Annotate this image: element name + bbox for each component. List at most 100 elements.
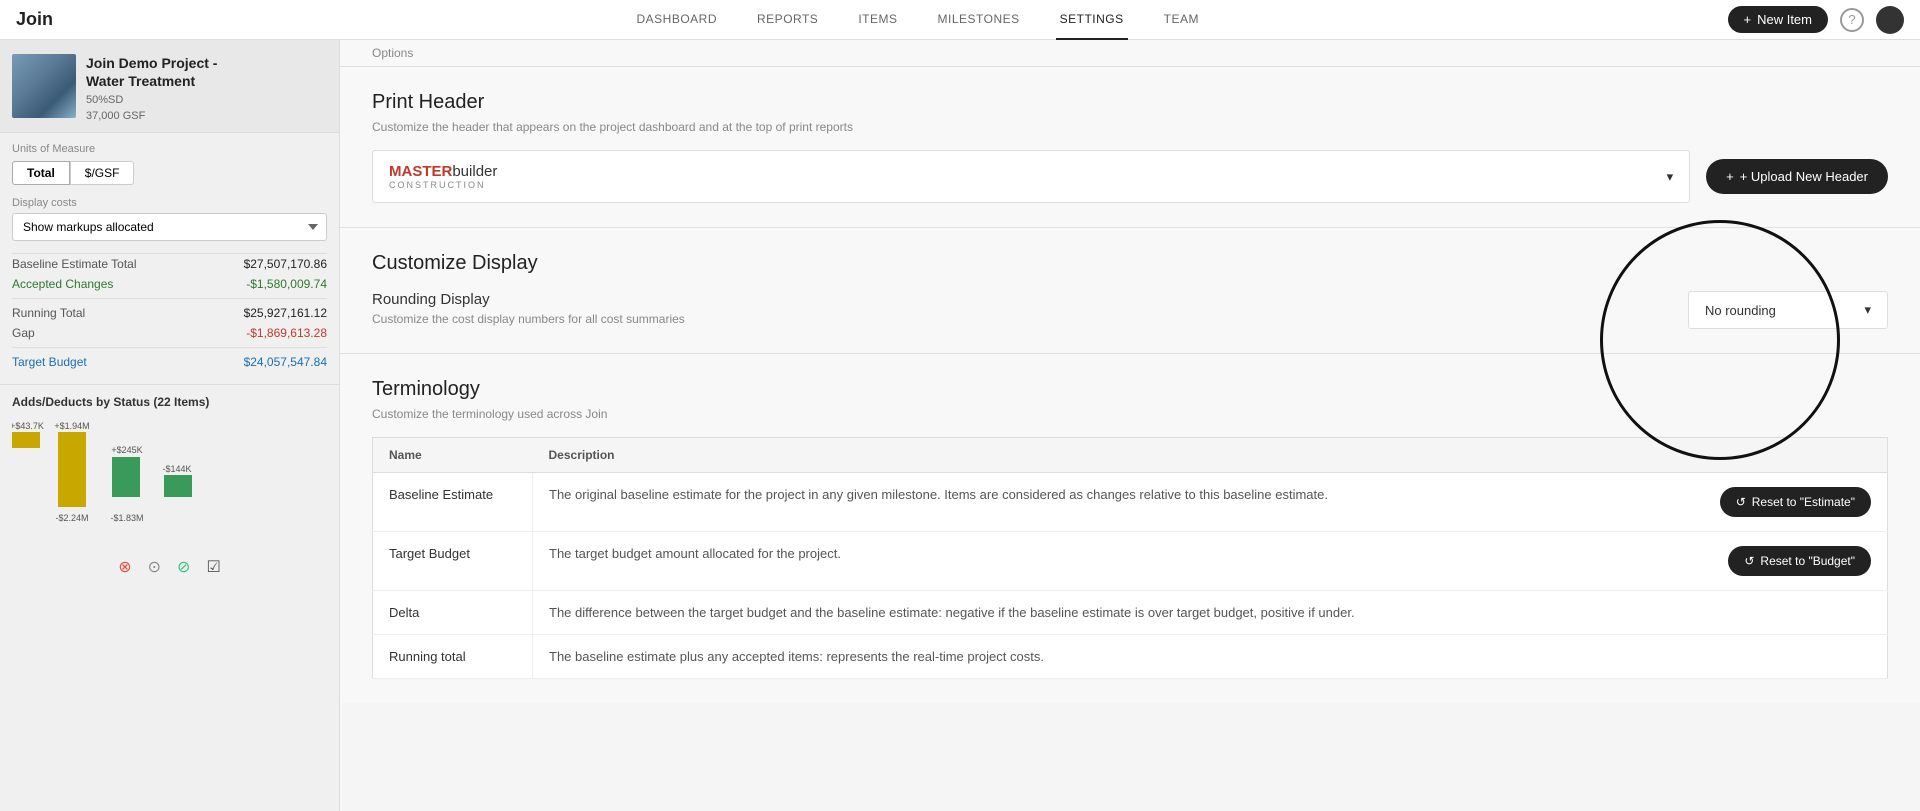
logo-master: MASTER [389,163,452,180]
project-info: Join Demo Project -Water Treatment 50%SD… [86,54,327,122]
units-section: Units of Measure Total $/GSF Display cos… [0,133,339,372]
reset-baseline-button[interactable]: ↺ Reset to "Estimate" [1720,487,1871,517]
table-header: Name Description [373,438,1888,473]
legend-pending: ⊙ [148,557,161,577]
unit-gsf-button[interactable]: $/GSF [70,161,135,185]
project-size: 37,000 GSF [86,110,327,122]
new-item-button[interactable]: + New Item [1728,6,1829,33]
header-logo-dropdown[interactable]: MASTERbuilder CONSTRUCTION ▾ [372,150,1690,203]
term-desc-running: The baseline estimate plus any accepted … [533,635,1688,679]
legend-accepted: ⊘ [177,557,190,577]
rounding-title: Rounding Display [372,291,685,308]
rounding-arrow: ▾ [1864,302,1871,318]
new-item-label: New Item [1757,12,1812,27]
chart-svg: +$43.7K +$1.94M -$2.24M +$245K -$1.83M -… [12,417,232,547]
terminology-table: Name Description Baseline Estimate The o… [372,437,1888,679]
pending-icon: ⊙ [148,557,161,577]
user-avatar[interactable] [1876,6,1904,34]
rounding-dropdown[interactable]: No rounding ▾ [1688,291,1888,329]
reset-target-button[interactable]: ↺ Reset to "Budget" [1728,546,1871,576]
sidebar: Join Demo Project -Water Treatment 50%SD… [0,40,340,811]
col-description: Description [533,438,1688,473]
customize-title: Customize Display [372,252,1888,275]
baseline-estimate-label: Baseline Estimate Total [12,257,137,271]
project-thumbnail [12,54,76,118]
chart-legends: ⊗ ⊙ ⊘ ☑ [12,557,327,577]
project-stage: 50%SD [86,94,327,106]
term-action-delta [1688,591,1888,635]
top-nav: Join DASHBOARD REPORTS ITEMS MILESTONES … [0,0,1920,40]
term-action-target: ↺ Reset to "Budget" [1688,532,1888,591]
main-content: Options Print Header Customize the heade… [340,40,1920,811]
nav-links: DASHBOARD REPORTS ITEMS MILESTONES SETTI… [108,0,1728,40]
rounding-dropdown-wrap: No rounding ▾ [1688,291,1888,329]
display-costs-select[interactable]: Show markups allocated [12,213,327,241]
target-budget-value: $24,057,547.84 [244,355,327,369]
options-label: Options [340,40,1920,67]
upload-icon: + [1726,169,1734,184]
reset-icon: ↺ [1736,495,1746,509]
upload-header-button[interactable]: + + Upload New Header [1706,159,1888,194]
term-action-running [1688,635,1888,679]
rounding-text: Rounding Display Customize the cost disp… [372,291,685,326]
nav-settings[interactable]: SETTINGS [1056,0,1128,40]
print-header-subtitle: Customize the header that appears on the… [372,120,853,134]
term-name-running: Running total [373,635,533,679]
nav-dashboard[interactable]: DASHBOARD [633,0,722,40]
help-icon[interactable]: ? [1840,8,1864,32]
accepted-changes-value: -$1,580,009.74 [246,277,327,291]
legend-rejected: ⊗ [118,557,131,577]
table-row: Delta The difference between the target … [373,591,1888,635]
term-desc-target: The target budget amount allocated for t… [533,532,1688,591]
terminology-section: Terminology Customize the terminology us… [340,354,1920,703]
table-row: Target Budget The target budget amount a… [373,532,1888,591]
col-action [1688,438,1888,473]
term-name-target: Target Budget [373,532,533,591]
nav-milestones[interactable]: MILESTONES [933,0,1023,40]
table-row: Baseline Estimate The original baseline … [373,473,1888,532]
baseline-estimate-row: Baseline Estimate Total $27,507,170.86 [12,254,327,274]
nav-right: + New Item ? [1728,6,1905,34]
svg-text:-$1.83M: -$1.83M [110,513,143,523]
chart-title: Adds/Deducts by Status (22 Items) [12,395,327,409]
rounding-subtitle: Customize the cost display numbers for a… [372,312,685,326]
table-row: Running total The baseline estimate plus… [373,635,1888,679]
gap-value: -$1,869,613.28 [246,326,327,340]
baseline-estimate-value: $27,507,170.86 [244,257,327,271]
plus-icon: + [1744,12,1752,27]
divider-2 [12,347,327,348]
print-header-section: Print Header Customize the header that a… [340,67,1920,228]
table-header-row: Name Description [373,438,1888,473]
running-total-row: Running Total $25,927,161.12 [12,303,327,323]
nav-reports[interactable]: REPORTS [753,0,822,40]
main-layout: Join Demo Project -Water Treatment 50%SD… [0,40,1920,811]
running-total-value: $25,927,161.12 [244,306,327,320]
display-costs-label: Display costs [12,197,327,209]
customize-section: Customize Display Rounding Display Custo… [340,228,1920,354]
terminology-subtitle: Customize the terminology used across Jo… [372,407,1888,421]
project-name: Join Demo Project -Water Treatment [86,54,327,90]
svg-text:+$245K: +$245K [111,445,142,455]
terminology-title: Terminology [372,378,1888,401]
cost-table: Baseline Estimate Total $27,507,170.86 A… [12,253,327,372]
running-total-label: Running Total [12,306,85,320]
dropdown-arrow: ▾ [1667,169,1674,185]
svg-text:+$1.94M: +$1.94M [54,421,89,431]
rejected-icon: ⊗ [118,557,131,577]
nav-items[interactable]: ITEMS [854,0,901,40]
gap-row: Gap -$1,869,613.28 [12,323,327,343]
checkbox-icon: ☑ [206,557,220,577]
logo-builder: builder [452,163,497,180]
col-name: Name [373,438,533,473]
unit-toggle: Total $/GSF [12,161,327,185]
accepted-icon: ⊘ [177,557,190,577]
units-label: Units of Measure [12,143,327,155]
unit-total-button[interactable]: Total [12,161,70,185]
rounding-section: Rounding Display Customize the cost disp… [372,291,1888,329]
table-body: Baseline Estimate The original baseline … [373,473,1888,679]
print-header-row: MASTERbuilder CONSTRUCTION ▾ + + Upload … [372,150,1888,203]
legend-checkbox: ☑ [206,557,220,577]
term-name-baseline: Baseline Estimate [373,473,533,532]
nav-team[interactable]: TEAM [1160,0,1203,40]
bar-chart: +$43.7K +$1.94M -$2.24M +$245K -$1.83M -… [12,417,327,547]
